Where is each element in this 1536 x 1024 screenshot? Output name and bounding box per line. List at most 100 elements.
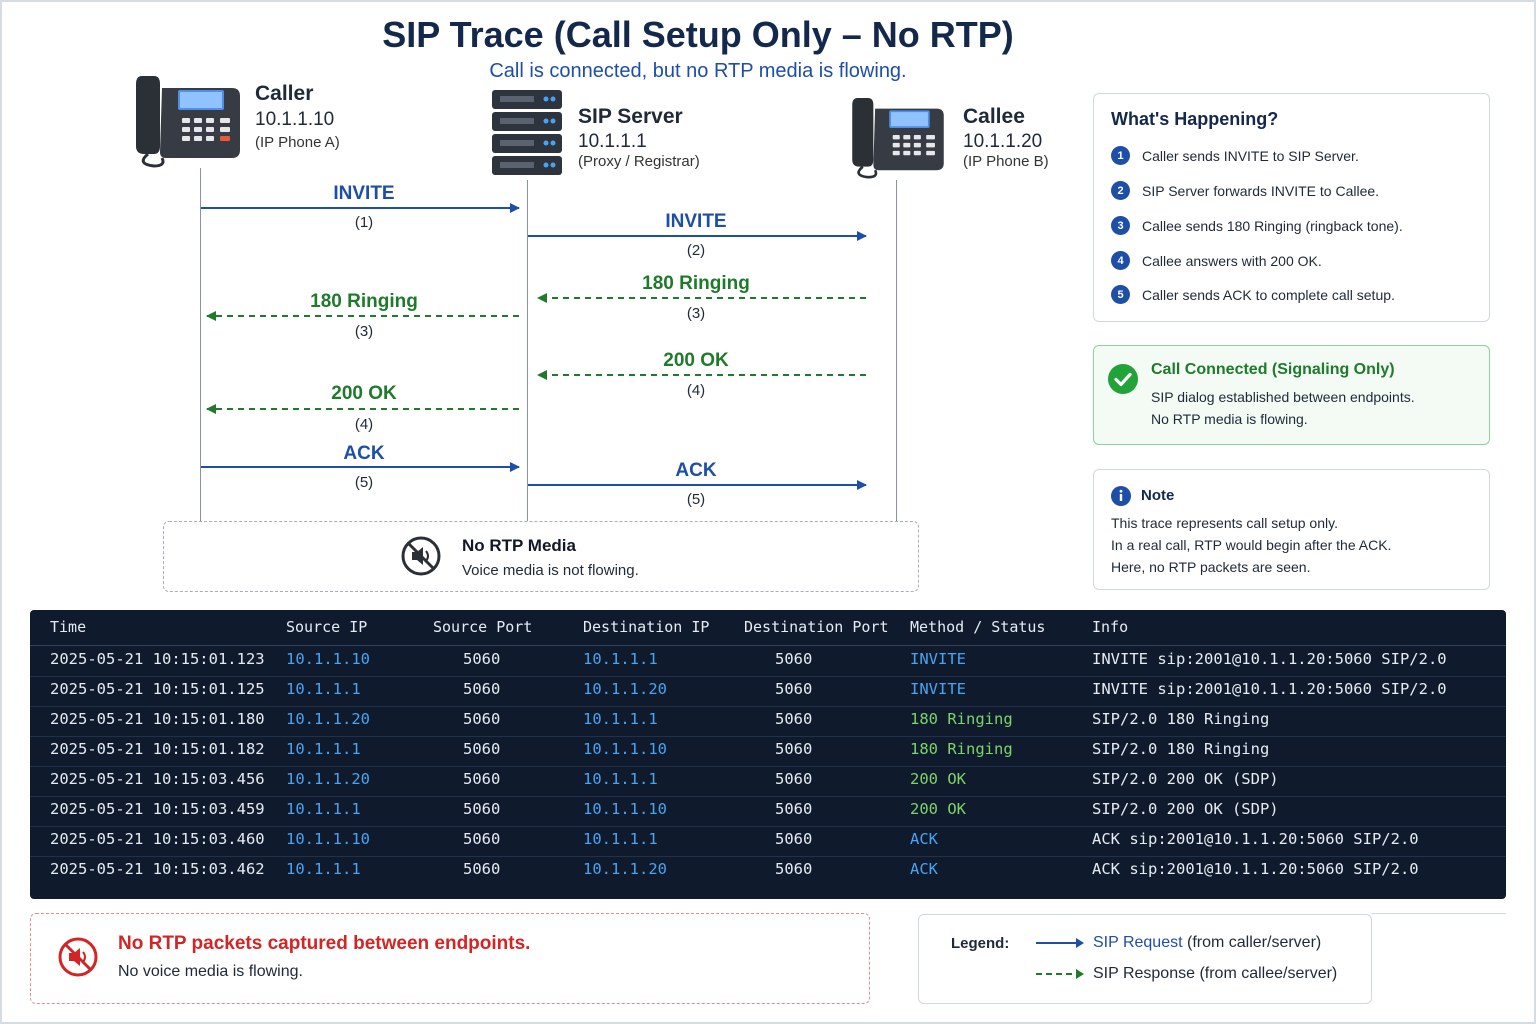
cell-method-status: ACK <box>910 830 938 848</box>
check-circle-icon <box>1108 364 1138 394</box>
no-rtp-media-subtitle: Voice media is not flowing. <box>462 562 639 579</box>
step-number-badge: 4 <box>1111 251 1130 270</box>
cell-source-ip: 10.1.1.1 <box>286 800 361 818</box>
muted-speaker-alert-icon <box>58 937 98 977</box>
cell-source-ip: 10.1.1.1 <box>286 740 361 758</box>
step-number-badge: 1 <box>1111 146 1130 165</box>
col-header-method-status: Method / Status <box>910 618 1046 636</box>
cell-method-status: 200 OK <box>910 770 966 788</box>
cell-time: 2025-05-21 10:15:01.123 <box>50 650 265 668</box>
step-number-badge: 3 <box>1111 216 1130 235</box>
cell-time: 2025-05-21 10:15:03.460 <box>50 830 265 848</box>
no-rtp-alert-title: No RTP packets captured between endpoint… <box>118 933 531 954</box>
cell-method-status: 200 OK <box>910 800 966 818</box>
happening-step-2: 2 SIP Server forwards INVITE to Callee. <box>1111 181 1379 200</box>
note-title: Note <box>1141 487 1175 504</box>
cell-destination-ip: 10.1.1.1 <box>583 650 658 668</box>
table-row-divider <box>30 796 1506 797</box>
cell-info: SIP/2.0 200 OK (SDP) <box>1092 770 1279 788</box>
cell-method-status: INVITE <box>910 680 966 698</box>
cell-time: 2025-05-21 10:15:03.462 <box>50 860 265 878</box>
cell-destination-ip: 10.1.1.10 <box>583 740 667 758</box>
col-header-time: Time <box>50 618 87 636</box>
cell-time: 2025-05-21 10:15:01.182 <box>50 740 265 758</box>
call-connected-line-1: SIP dialog established between endpoints… <box>1151 389 1415 405</box>
cell-info: ACK sip:2001@10.1.1.20:5060 SIP/2.0 <box>1092 830 1419 848</box>
cell-source-port: 5060 <box>463 800 501 818</box>
msg-label-2: INVITE <box>665 211 727 232</box>
cell-destination-ip: 10.1.1.1 <box>583 710 658 728</box>
table-row-divider <box>30 826 1506 827</box>
happening-step-text: Callee answers with 200 OK. <box>1142 252 1322 269</box>
msg-label-5b: ACK <box>675 460 717 481</box>
msg-step-4a: (4) <box>686 382 706 399</box>
col-header-destination-ip: Destination IP <box>583 618 710 636</box>
cell-destination-ip: 10.1.1.20 <box>583 860 667 878</box>
note-line-1: This trace represents call setup only. <box>1111 515 1338 531</box>
call-connected-line-2: No RTP media is flowing. <box>1151 411 1308 427</box>
msg-label-1: INVITE <box>333 183 395 204</box>
legend-response-title: SIP Response <box>1093 965 1195 982</box>
cell-info: INVITE sip:2001@10.1.1.20:5060 SIP/2.0 <box>1092 680 1447 698</box>
legend-request-arrow <box>1036 938 1084 948</box>
cell-source-port: 5060 <box>463 710 501 728</box>
table-header-divider <box>30 645 1506 646</box>
msg-label-4a: 200 OK <box>663 350 729 371</box>
cell-source-port: 5060 <box>463 680 501 698</box>
happening-step-text: Caller sends ACK to complete call setup. <box>1142 286 1395 303</box>
step-number-badge: 5 <box>1111 285 1130 304</box>
cell-destination-ip: 10.1.1.1 <box>583 830 658 848</box>
legend-response: SIP Response (from callee/server) <box>1093 965 1337 983</box>
note-line-3: Here, no RTP packets are seen. <box>1111 559 1311 575</box>
cell-destination-ip: 10.1.1.20 <box>583 680 667 698</box>
msg-label-5a: ACK <box>343 443 385 464</box>
legend-response-arrow <box>1036 969 1084 979</box>
msg-label-3b: 180 Ringing <box>310 291 418 312</box>
happening-step-text: Caller sends INVITE to SIP Server. <box>1142 147 1359 164</box>
cell-time: 2025-05-21 10:15:03.459 <box>50 800 265 818</box>
happening-step-text: SIP Server forwards INVITE to Callee. <box>1142 182 1380 199</box>
happening-step-4: 4 Callee answers with 200 OK. <box>1111 251 1322 270</box>
legend-response-desc: (from callee/server) <box>1195 965 1338 982</box>
cell-info: ACK sip:2001@10.1.1.20:5060 SIP/2.0 <box>1092 860 1419 878</box>
msg-step-5a: (5) <box>354 474 374 491</box>
happening-step-text: Callee sends 180 Ringing (ringback tone)… <box>1142 217 1403 234</box>
cell-source-ip: 10.1.1.1 <box>286 680 361 698</box>
cell-destination-ip: 10.1.1.10 <box>583 800 667 818</box>
col-header-destination-port: Destination Port <box>744 618 889 636</box>
table-row-divider <box>30 766 1506 767</box>
no-rtp-media-title: No RTP Media <box>462 536 576 555</box>
msg-step-1: (1) <box>354 214 374 231</box>
cell-source-ip: 10.1.1.20 <box>286 770 370 788</box>
col-header-info: Info <box>1092 618 1129 636</box>
happening-step-3: 3 Callee sends 180 Ringing (ringback tone… <box>1111 216 1403 235</box>
cell-source-ip: 10.1.1.10 <box>286 650 370 668</box>
cell-method-status: 180 Ringing <box>910 740 1013 758</box>
legend-request-desc: (from caller/server) <box>1182 934 1322 951</box>
msg-step-4b: (4) <box>354 416 374 433</box>
cell-source-port: 5060 <box>463 770 501 788</box>
cell-source-port: 5060 <box>463 650 501 668</box>
cell-info: SIP/2.0 180 Ringing <box>1092 740 1270 758</box>
msg-step-2: (2) <box>686 242 706 259</box>
happening-step-1: 1 Caller sends INVITE to SIP Server. <box>1111 146 1359 165</box>
muted-speaker-icon <box>401 536 441 576</box>
cell-destination-port: 5060 <box>775 710 813 728</box>
note-line-2: In a real call, RTP would begin after th… <box>1111 537 1392 553</box>
cell-time: 2025-05-21 10:15:01.125 <box>50 680 265 698</box>
no-rtp-alert-box <box>30 913 870 1004</box>
msg-step-5b: (5) <box>686 491 706 508</box>
legend-request: SIP Request (from caller/server) <box>1093 934 1321 952</box>
legend-request-title: SIP Request <box>1093 934 1183 951</box>
cell-time: 2025-05-21 10:15:01.180 <box>50 710 265 728</box>
col-header-source-ip: Source IP <box>286 618 368 636</box>
no-rtp-media-box <box>163 521 919 592</box>
cell-destination-port: 5060 <box>775 650 813 668</box>
cell-source-ip: 10.1.1.20 <box>286 710 370 728</box>
cell-destination-port: 5060 <box>775 860 813 878</box>
cell-source-ip: 10.1.1.10 <box>286 830 370 848</box>
cell-destination-port: 5060 <box>775 680 813 698</box>
whats-happening-title: What's Happening? <box>1111 109 1279 129</box>
no-rtp-alert-subtitle: No voice media is flowing. <box>118 963 303 980</box>
cell-info: SIP/2.0 200 OK (SDP) <box>1092 800 1279 818</box>
